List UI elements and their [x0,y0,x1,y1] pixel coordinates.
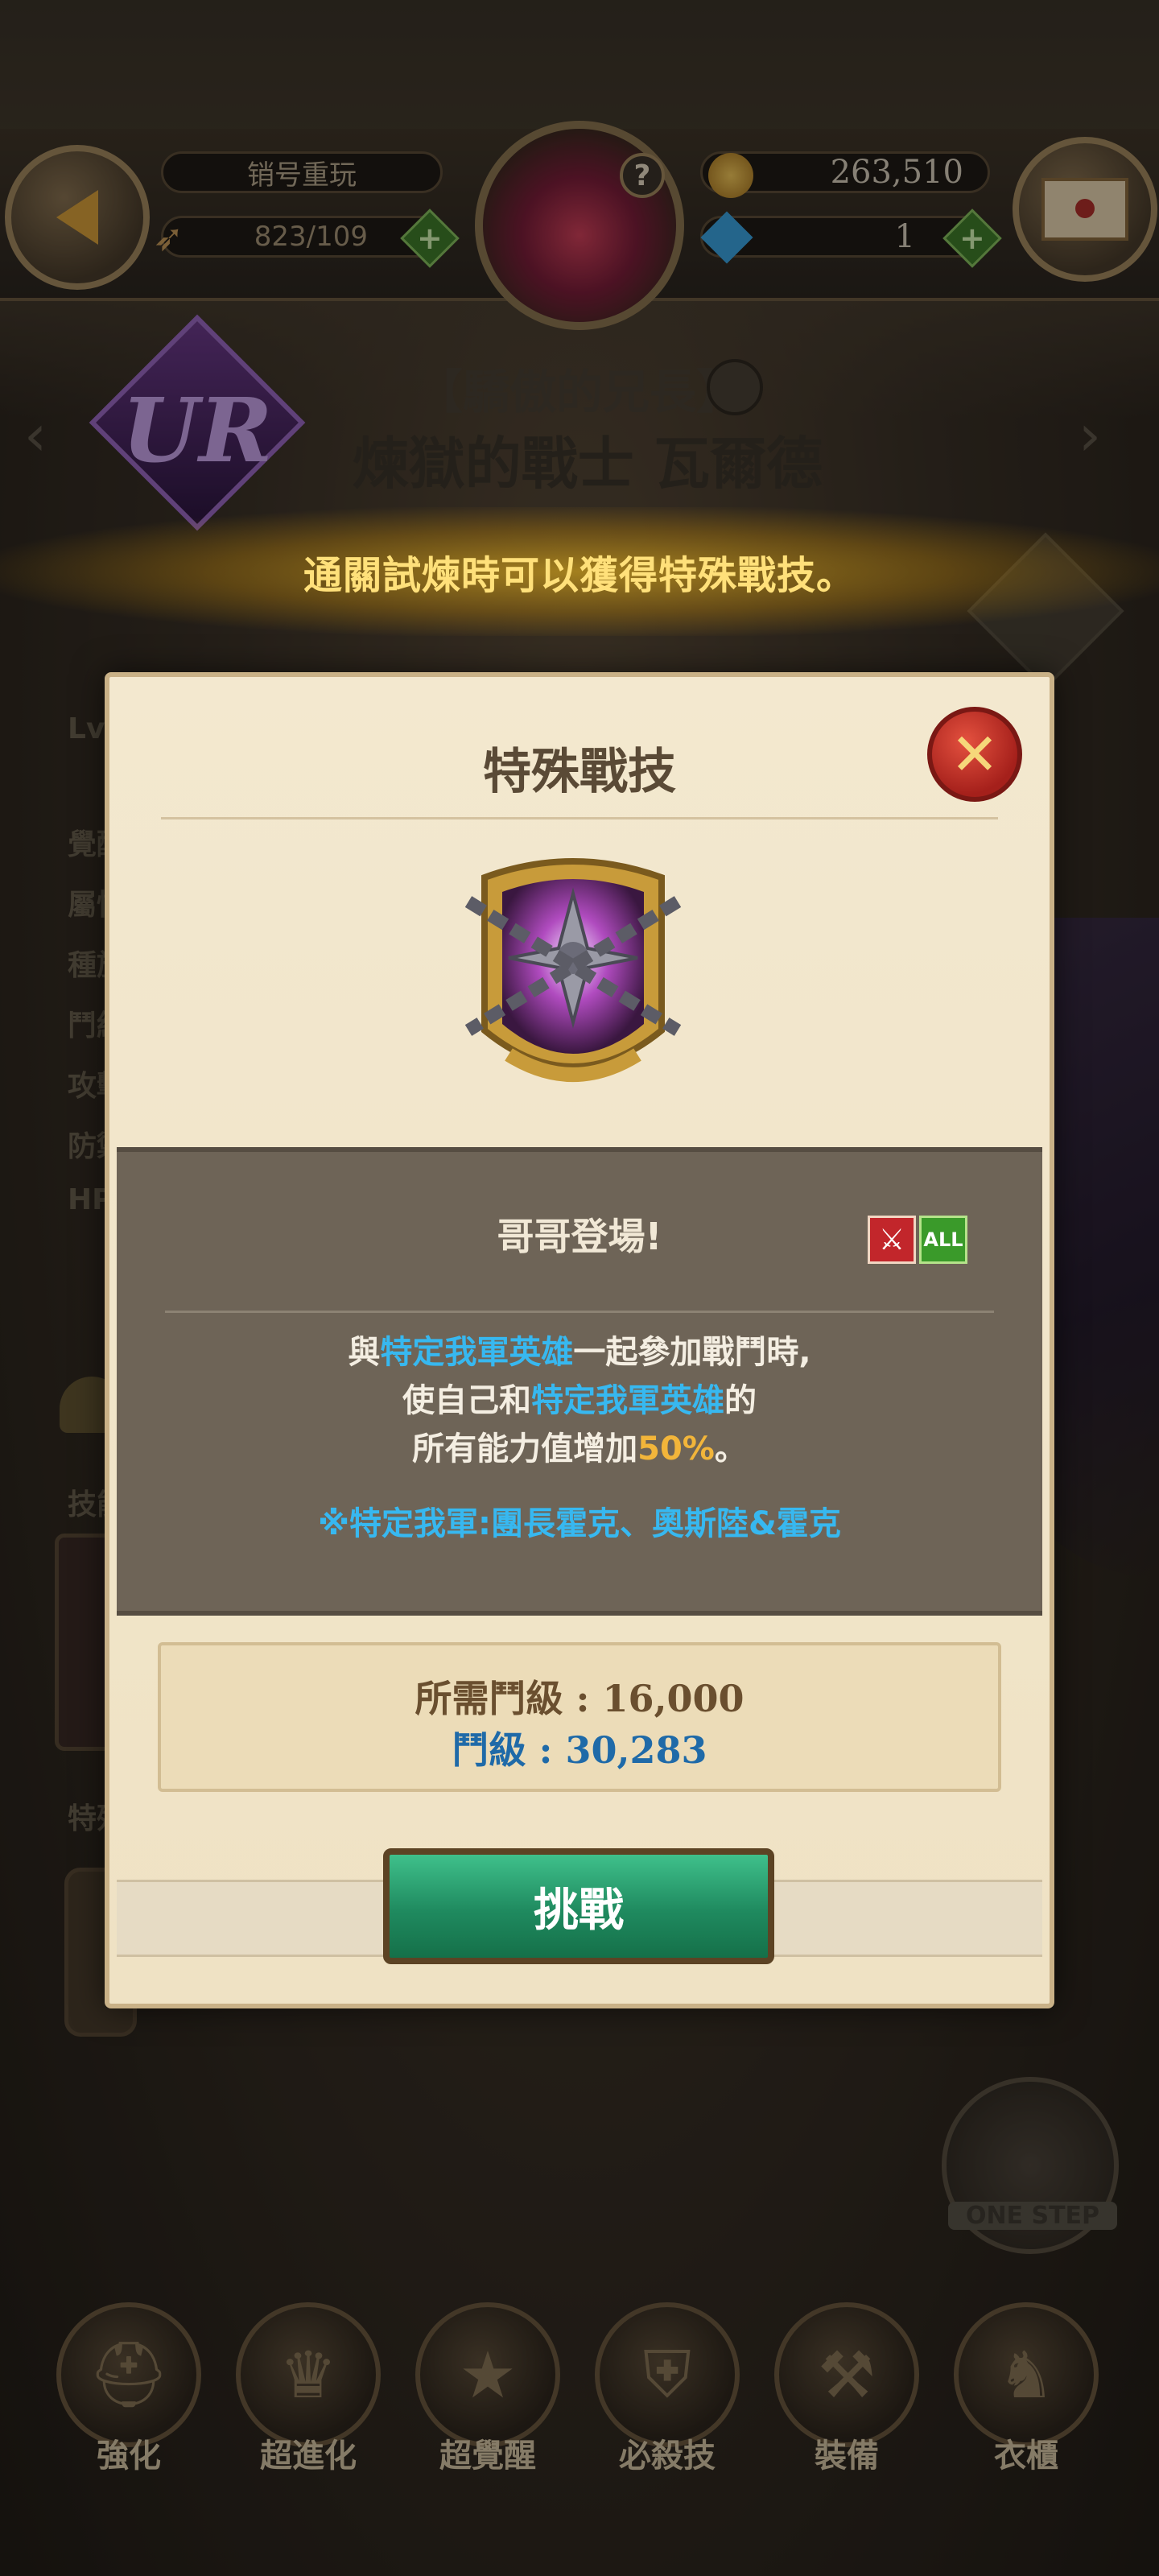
desc-line-1: 與特定我軍英雄一起參加戰鬥時, [348,1334,811,1371]
skill-emblem-icon [464,858,682,1082]
all-target-icon: ALL [919,1216,967,1264]
target-hero-note: ※特定我軍:團長霍克、奧斯陸&霍克 [318,1505,841,1542]
sword-attribute-icon: ⚔ [868,1216,916,1264]
skill-description: 與特定我軍英雄一起參加戰鬥時, 使自己和特定我軍英雄的 所有能力值增加50%。 [117,1328,1042,1473]
dialog-title: 特殊戰技 [483,744,676,800]
challenge-button[interactable]: 挑戰 [383,1848,774,1964]
trial-banner: 通關試煉時可以獲得特殊戰技。 [0,507,1159,636]
required-battle-level: 所需鬥級 : 16,000 [415,1677,744,1720]
current-battle-level: 鬥級 : 30,283 [452,1728,707,1772]
desc-line-3: 所有能力值增加50%。 [412,1430,747,1468]
trial-banner-text: 通關試煉時可以獲得特殊戰技。 [303,553,856,598]
desc-line-2: 使自己和特定我軍英雄的 [402,1382,757,1419]
close-button[interactable]: ✕ [927,707,1022,802]
title-divider [161,817,998,819]
panel-divider [165,1311,994,1313]
